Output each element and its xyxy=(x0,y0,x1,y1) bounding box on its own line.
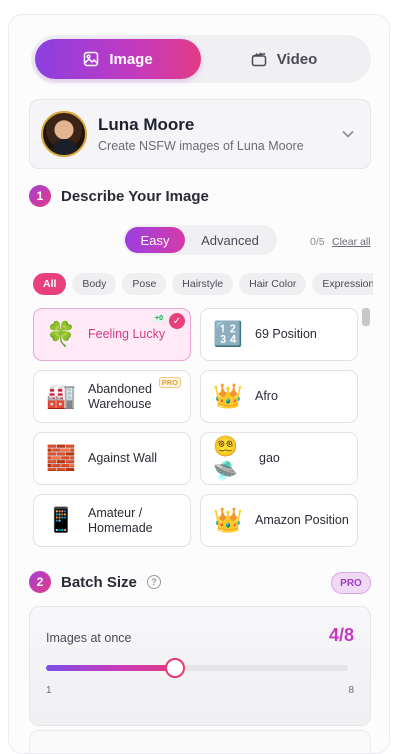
video-mode-label: Video xyxy=(276,50,318,68)
option-label: Feeling Lucky xyxy=(88,327,166,341)
chip-hairstyle[interactable]: Hairstyle xyxy=(172,273,234,295)
crown-icon: 👑 xyxy=(213,383,243,410)
slider-max-label: 8 xyxy=(348,685,354,696)
option-grid: 🍀 Feeling Lucky +0 ✓ 🔢 69 Position 🏭 Aba… xyxy=(33,308,363,548)
option-card[interactable]: 😵‍💫🛸 gao xyxy=(200,432,358,485)
model-selector[interactable]: Luna Moore Create NSFW images of Luna Mo… xyxy=(29,99,371,169)
model-avatar xyxy=(41,111,87,157)
chip-all[interactable]: All xyxy=(33,273,67,295)
option-label: Amazon Position xyxy=(255,513,349,527)
model-name: Luna Moore xyxy=(98,115,195,134)
option-label: Against Wall xyxy=(88,451,158,465)
number-keypad-icon: 🔢 xyxy=(213,321,243,348)
next-section xyxy=(29,730,371,753)
generator-panel: Image Video Luna Moore Create NSFW image… xyxy=(8,14,390,754)
check-icon: ✓ xyxy=(169,313,185,329)
image-icon xyxy=(84,51,99,67)
brick-wall-icon: 🧱 xyxy=(46,445,76,472)
option-card[interactable]: 🍀 Feeling Lucky +0 ✓ xyxy=(33,308,191,361)
slider-fill xyxy=(46,665,176,671)
option-card[interactable]: 👑 Afro xyxy=(200,370,358,423)
chevron-down-icon xyxy=(338,124,358,144)
grid-scrollbar[interactable] xyxy=(362,308,370,548)
pro-badge: PRO xyxy=(158,377,181,388)
count-badge: +0 xyxy=(153,315,165,322)
chip-pose[interactable]: Pose xyxy=(122,273,167,295)
option-card[interactable]: 📱 Amateur / Homemade xyxy=(33,494,191,547)
option-label: Amateur / Homemade xyxy=(88,505,153,535)
scrollbar-thumb[interactable] xyxy=(362,308,370,326)
easy-button[interactable]: Easy xyxy=(125,227,185,253)
batch-value: 4/8 xyxy=(328,625,354,645)
slider-min-label: 1 xyxy=(46,685,52,696)
four-leaf-clover-icon: 🍀 xyxy=(46,321,76,348)
model-subtitle: Create NSFW images of Luna Moore xyxy=(98,139,304,153)
slider-handle[interactable] xyxy=(165,658,186,678)
option-label: 69 Position xyxy=(255,327,317,341)
selection-count: 0/5 xyxy=(310,236,325,248)
option-card[interactable]: 🧱 Against Wall xyxy=(33,432,191,485)
section-title: Describe Your Image xyxy=(61,187,209,205)
batch-section-header: 2 Batch Size ? xyxy=(29,571,161,593)
option-card[interactable]: 🔢 69 Position xyxy=(200,308,358,361)
category-chips: All Body Pose Hairstyle Hair Color Expression xyxy=(33,273,373,297)
mode-toggle: Image Video xyxy=(31,35,371,83)
image-mode-label: Image xyxy=(109,50,153,68)
batch-slider[interactable] xyxy=(46,658,348,678)
step-number: 1 xyxy=(29,185,51,207)
help-icon[interactable]: ? xyxy=(146,575,161,589)
image-mode-button[interactable]: Image xyxy=(35,39,201,79)
video-mode-button[interactable]: Video xyxy=(201,39,367,79)
clear-all-link[interactable]: Clear all xyxy=(332,236,371,248)
pro-badge: PRO xyxy=(331,572,371,594)
mobile-phone-icon: 📱 xyxy=(46,507,76,534)
dizzy-face-icon: 😵‍💫🛸 xyxy=(213,435,238,483)
chip-expression[interactable]: Expression xyxy=(312,273,373,295)
chip-body[interactable]: Body xyxy=(72,273,117,295)
advanced-button[interactable]: Advanced xyxy=(185,227,275,253)
chip-hair-color[interactable]: Hair Color xyxy=(239,273,307,295)
crown-icon: 👑 xyxy=(213,507,243,534)
option-card[interactable]: 👑 Amazon Position xyxy=(200,494,358,547)
difficulty-toggle: Easy Advanced xyxy=(123,225,277,255)
images-at-once-label: Images at once xyxy=(46,631,132,645)
option-label: Afro xyxy=(255,389,278,403)
clapperboard-icon xyxy=(251,52,266,67)
batch-size-control: Images at once 4/8 1 8 xyxy=(29,606,371,726)
describe-section-header: 1 Describe Your Image xyxy=(29,185,209,207)
option-label: gao xyxy=(259,451,280,465)
section-title: Batch Size xyxy=(61,573,137,591)
factory-icon: 🏭 xyxy=(46,383,76,410)
option-card[interactable]: 🏭 Abandoned Warehouse PRO xyxy=(33,370,191,423)
step-number: 2 xyxy=(29,571,51,593)
